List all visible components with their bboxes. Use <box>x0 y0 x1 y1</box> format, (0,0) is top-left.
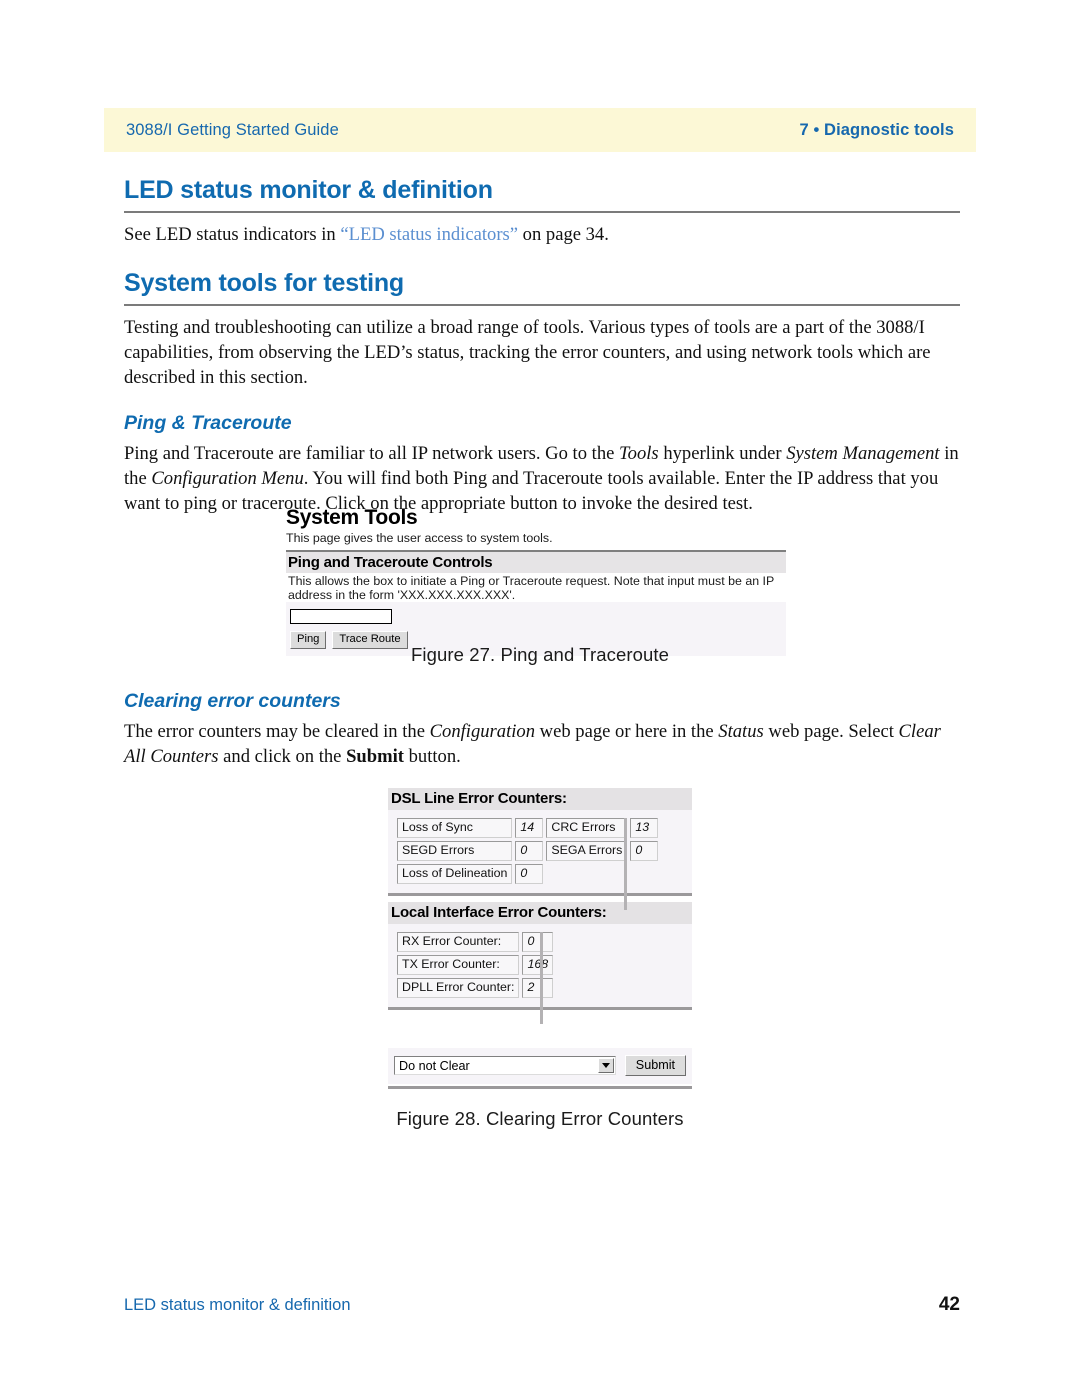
local-interface-error-counters-table: RX Error Counter: 0 TX Error Counter: 16… <box>394 929 556 1001</box>
dsl-error-counters-header: DSL Line Error Counters: <box>388 788 692 810</box>
clearing-italic-configuration: Configuration <box>429 721 536 742</box>
heading-system-tools-for-testing: System tools for testing <box>124 269 404 297</box>
ping-text-2: hyperlink under <box>658 443 787 464</box>
systools-subtitle: This page gives the user access to syste… <box>286 531 553 545</box>
dsl-error-counters-block: DSL Line Error Counters: Loss of Sync 14… <box>388 788 692 910</box>
paragraph-ping-traceroute: Ping and Traceroute are familiar to all … <box>124 441 960 516</box>
clearing-italic-status: Status <box>718 721 764 742</box>
paragraph-system-tools: Testing and troubleshooting can utilize … <box>124 317 931 388</box>
clear-counters-controls: Do not Clear Submit <box>388 1048 692 1084</box>
table-row: TX Error Counter: 168 <box>397 955 554 975</box>
figure-28-screenshot: DSL Line Error Counters: Loss of Sync 14… <box>388 788 692 1024</box>
table-row: Loss of Sync 14 CRC Errors 13 <box>397 818 659 838</box>
page-footer: LED status monitor & definition 42 <box>124 1294 960 1316</box>
systools-section-header: Ping and Traceroute Controls <box>286 552 786 573</box>
led-text-after: on page 34. <box>518 224 609 245</box>
heading-rule <box>124 304 960 306</box>
header-document-title: 3088/I Getting Started Guide <box>126 120 339 139</box>
clearing-section: Clearing error counters The error counte… <box>124 690 960 769</box>
heading-clearing-error-counters: Clearing error counters <box>124 690 341 712</box>
clearing-text-1: The error counters may be cleared in the <box>124 721 430 742</box>
cell-value-loss-of-delineation: 0 <box>515 864 544 884</box>
table-row: Loss of Delineation 0 <box>397 864 658 884</box>
table-row: DPLL Error Counter: 2 <box>397 978 554 998</box>
chevron-down-icon[interactable] <box>597 1058 614 1073</box>
cell-label-loss-of-delineation: Loss of Delineation <box>397 864 513 884</box>
dsl-error-counters-table: Loss of Sync 14 CRC Errors 13 SEGD Error… <box>394 815 661 887</box>
clearing-text-4: and click on the <box>218 746 347 767</box>
cell-label-crc-errors: CRC Errors <box>546 818 628 838</box>
submit-button[interactable]: Submit <box>624 1055 686 1076</box>
cell-label-rx-error-counter: RX Error Counter: <box>397 932 520 952</box>
heading-led-status-monitor: LED status monitor & definition <box>124 176 493 204</box>
clearing-text-2: web page or here in the <box>535 721 719 742</box>
ip-address-input[interactable] <box>290 609 392 624</box>
heading-ping-and-traceroute: Ping & Traceroute <box>124 412 292 434</box>
led-text-before: See LED status indicators in <box>124 224 341 245</box>
dsl-error-counters-body: Loss of Sync 14 CRC Errors 13 SEGD Error… <box>388 810 692 910</box>
ping-italic-tools: Tools <box>619 443 659 464</box>
footer-section-title: LED status monitor & definition <box>124 1296 351 1314</box>
clearing-text-3: web page. Select <box>763 721 899 742</box>
ping-text-1: Ping and Traceroute are familiar to all … <box>124 443 620 464</box>
cell-value-segd-errors: 0 <box>515 841 544 861</box>
running-header: 3088/I Getting Started Guide 7 • Diagnos… <box>104 108 976 152</box>
heading-rule <box>124 211 960 213</box>
systools-section-description: This allows the box to initiate a Ping o… <box>288 574 775 602</box>
ping-italic-system-management: System Management <box>786 443 940 464</box>
clear-counters-select-value: Do not Clear <box>399 1058 470 1073</box>
clear-counters-select[interactable]: Do not Clear <box>394 1056 616 1075</box>
panel-shadow <box>540 932 543 1024</box>
cell-label-dpll-error-counter: DPLL Error Counter: <box>397 978 520 998</box>
cell-value-dpll-error-counter: 2 <box>522 978 554 998</box>
figure-28-caption: Figure 28. Clearing Error Counters <box>396 1108 684 1129</box>
clearing-bold-submit: Submit <box>346 746 404 767</box>
table-row: SEGD Errors 0 SEGA Errors 0 <box>397 841 659 861</box>
ping-italic-configuration-menu: Configuration Menu <box>151 468 304 489</box>
content-column: LED status monitor & definition See LED … <box>124 176 960 516</box>
cell-value-tx-error-counter: 168 <box>522 955 554 975</box>
panel-shadow <box>624 818 627 910</box>
cell-value-crc-errors: 13 <box>630 818 659 838</box>
cell-label-tx-error-counter: TX Error Counter: <box>397 955 520 975</box>
cell-label-loss-of-sync: Loss of Sync <box>397 818 513 838</box>
cell-value-sega-errors: 0 <box>630 841 659 861</box>
table-row: RX Error Counter: 0 <box>397 932 554 952</box>
local-interface-error-counters-header: Local Interface Error Counters: <box>388 902 692 924</box>
submit-row-underline <box>388 1086 692 1089</box>
figure-27-screenshot: System Tools This page gives the user ac… <box>286 506 786 656</box>
local-interface-error-counters-body: RX Error Counter: 0 TX Error Counter: 16… <box>388 924 692 1024</box>
systools-title: System Tools <box>286 506 418 529</box>
footer-page-number: 42 <box>938 1294 960 1315</box>
cell-label-sega-errors: SEGA Errors <box>546 841 628 861</box>
paragraph-clearing-error-counters: The error counters may be cleared in the… <box>124 719 960 769</box>
cross-reference-link[interactable]: “LED status indicators” <box>340 224 518 245</box>
cell-label-segd-errors: SEGD Errors <box>397 841 513 861</box>
local-interface-error-counters-block: Local Interface Error Counters: RX Error… <box>388 902 692 1024</box>
figure-27-caption: Figure 27. Ping and Traceroute <box>410 644 670 665</box>
header-chapter-title: 7 • Diagnostic tools <box>799 120 954 139</box>
clearing-text-5: button. <box>403 746 461 767</box>
cell-value-rx-error-counter: 0 <box>522 932 554 952</box>
cell-value-loss-of-sync: 14 <box>515 818 544 838</box>
paragraph-led-status: See LED status indicators in “LED status… <box>124 222 960 247</box>
